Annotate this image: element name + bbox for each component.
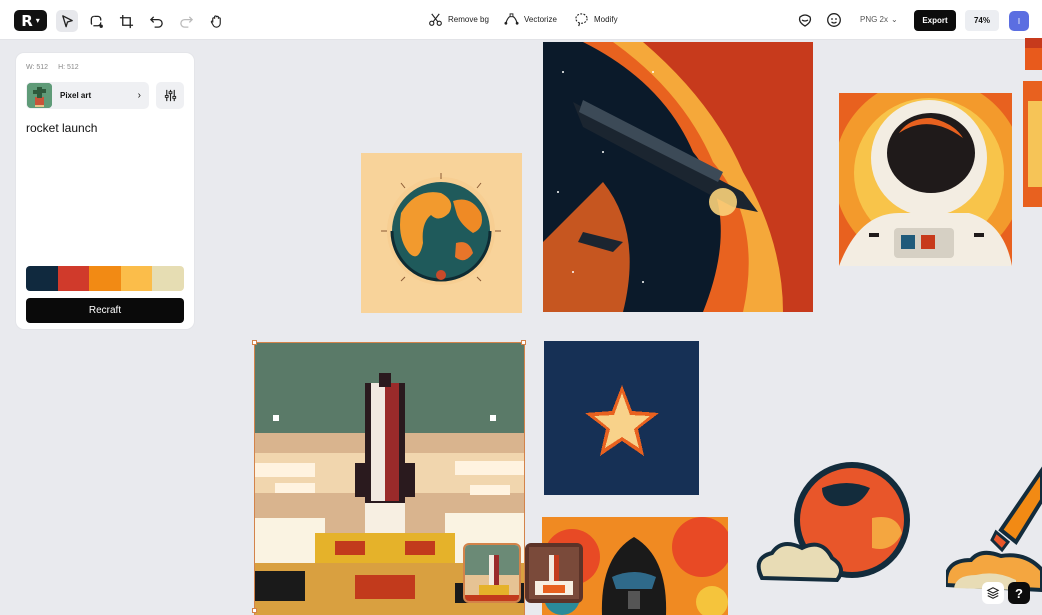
height-label[interactable]: H: 512: [58, 64, 79, 71]
chevron-right-icon: ›: [137, 90, 141, 101]
chevron-down-icon: ⌄: [891, 15, 898, 24]
vectorize-button[interactable]: Vectorize: [504, 12, 557, 27]
width-label[interactable]: W: 512: [26, 64, 48, 71]
selection-handle[interactable]: [521, 340, 526, 345]
redo-button[interactable]: [175, 10, 197, 32]
zoom-level-button[interactable]: 74%: [965, 10, 999, 31]
canvas-image-partial[interactable]: [1025, 38, 1042, 70]
modify-icon: [575, 13, 588, 27]
lasso-icon: [90, 15, 103, 28]
export-button[interactable]: Export: [914, 10, 956, 31]
canvas-image-astronaut[interactable]: [839, 93, 1012, 266]
face-icon[interactable]: [826, 12, 842, 28]
style-thumbnail: [27, 83, 52, 108]
avatar[interactable]: I: [1009, 11, 1029, 31]
canvas-image-rocket-sticker[interactable]: [946, 460, 1042, 594]
style-settings-button[interactable]: [156, 82, 184, 109]
canvas-image-pixel-star[interactable]: [544, 341, 699, 495]
remove-bg-button[interactable]: Remove bg: [428, 12, 489, 27]
help-icon: ?: [1015, 585, 1023, 601]
chevron-down-icon: ▾: [35, 16, 40, 25]
modify-button[interactable]: Modify: [574, 12, 618, 27]
canvas-image-planet-sticker[interactable]: [752, 458, 916, 592]
layers-button[interactable]: [982, 582, 1004, 604]
select-icon: [61, 14, 73, 27]
recraft-logo-icon: R: [21, 11, 33, 30]
crop-icon: [119, 14, 133, 28]
recraft-button[interactable]: Recraft: [26, 298, 184, 323]
color-palette[interactable]: [26, 266, 184, 291]
modify-label: Modify: [594, 15, 618, 24]
help-button[interactable]: ?: [1008, 582, 1030, 604]
hand-icon: [210, 14, 221, 28]
vectorize-icon: [504, 13, 519, 25]
prompt-input[interactable]: rocket launch: [26, 121, 97, 135]
canvas-image-spaceship[interactable]: [543, 42, 813, 312]
undo-button[interactable]: [145, 10, 167, 32]
format-select[interactable]: PNG 2x ⌄: [860, 15, 898, 24]
logo-menu-button[interactable]: R ▾: [14, 10, 47, 31]
layers-icon: [986, 587, 1000, 599]
palette-swatch[interactable]: [26, 266, 58, 291]
palette-swatch[interactable]: [57, 266, 90, 291]
selection-handle[interactable]: [252, 340, 257, 345]
vectorize-label: Vectorize: [524, 15, 557, 24]
generation-panel: W: 512 H: 512 Pixel art › rocket launch …: [16, 53, 194, 329]
remove-bg-label: Remove bg: [448, 15, 489, 24]
select-tool-button[interactable]: [56, 10, 78, 32]
crop-tool-button[interactable]: [115, 10, 137, 32]
canvas-image-partial[interactable]: [1023, 81, 1042, 207]
palette-swatch[interactable]: [152, 266, 184, 291]
canvas-image-earth[interactable]: [361, 153, 522, 313]
hand-tool-button[interactable]: [205, 10, 227, 32]
style-name: Pixel art: [60, 91, 92, 100]
dimensions: W: 512 H: 512: [26, 64, 79, 71]
style-selector[interactable]: Pixel art ›: [26, 82, 149, 109]
variation-thumbnail[interactable]: [525, 543, 583, 603]
redo-icon: [179, 15, 193, 28]
variation-thumbnail[interactable]: [463, 543, 521, 603]
mockup-icon[interactable]: [797, 12, 813, 28]
format-value: PNG 2x: [860, 15, 889, 24]
palette-swatch[interactable]: [120, 266, 153, 291]
sliders-icon: [164, 89, 176, 102]
selection-handle[interactable]: [252, 608, 257, 613]
scissors-icon: [429, 13, 442, 26]
undo-icon: [149, 15, 163, 28]
palette-swatch[interactable]: [89, 266, 121, 291]
top-toolbar: R ▾ Remove bg Vectorize Modify PNG 2x ⌄ …: [0, 0, 1042, 40]
lasso-tool-button[interactable]: [85, 10, 107, 32]
